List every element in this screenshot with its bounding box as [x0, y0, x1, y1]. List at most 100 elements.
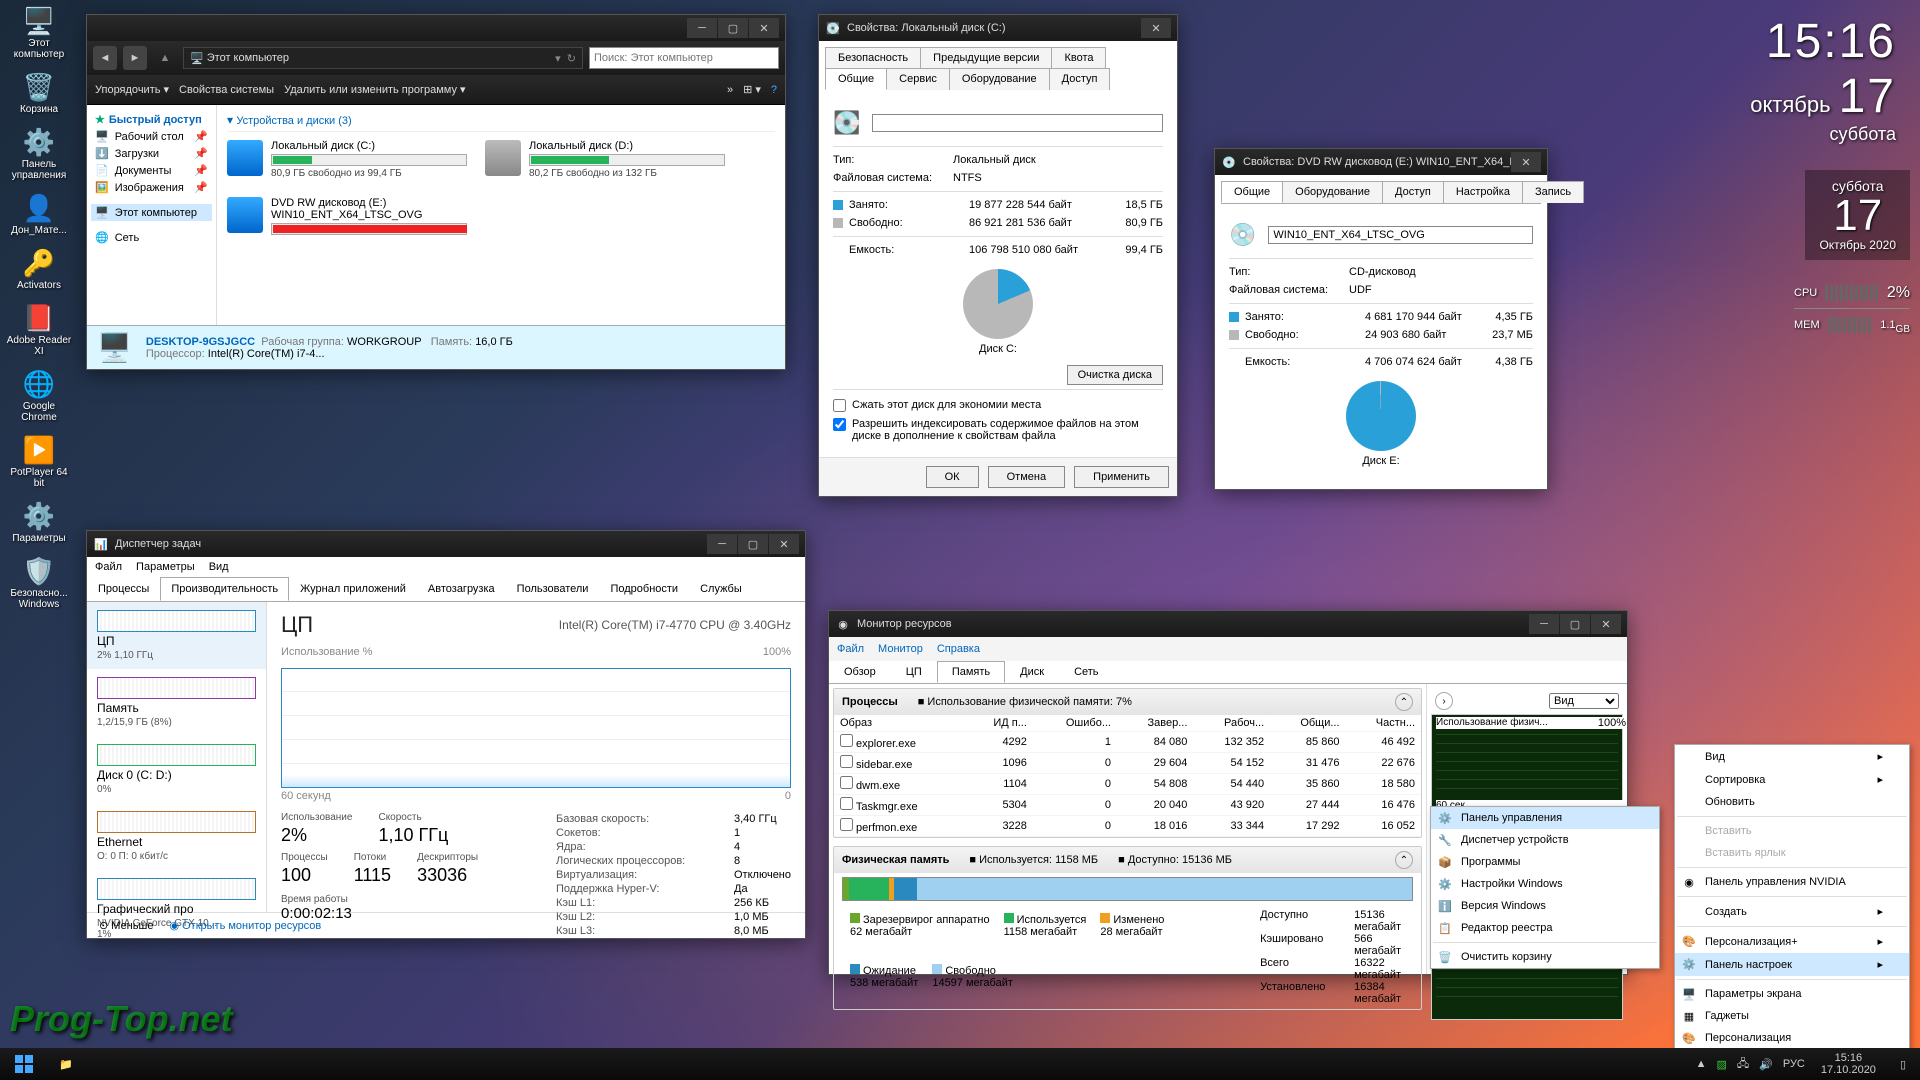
close-button[interactable]: ✕: [769, 534, 799, 554]
tab-Сеть[interactable]: Сеть: [1059, 661, 1113, 683]
start-button[interactable]: [6, 1050, 42, 1078]
ok-button[interactable]: ОК: [926, 466, 979, 488]
menu-item[interactable]: 🗑️Очистить корзину: [1431, 946, 1659, 968]
tab-Службы[interactable]: Службы: [689, 577, 753, 601]
tab-Журнал приложений[interactable]: Журнал приложений: [289, 577, 417, 601]
tab-Доступ[interactable]: Доступ: [1049, 68, 1111, 90]
col-header[interactable]: Общи...: [1270, 715, 1345, 732]
menu-item[interactable]: ℹ️Версия Windows: [1431, 895, 1659, 917]
system-props-button[interactable]: Свойства системы: [179, 84, 274, 96]
organize-menu[interactable]: Упорядочить ▾: [95, 83, 169, 96]
tab-Автозагрузка[interactable]: Автозагрузка: [417, 577, 506, 601]
drives-section-header[interactable]: ▾ Устройства и диски (3): [227, 109, 775, 132]
compress-checkbox[interactable]: Сжать этот диск для экономии места: [833, 396, 1163, 415]
tab-Общие[interactable]: Общие: [825, 68, 887, 90]
desktop-icon-don-mate[interactable]: 👤Дон_Мате...: [4, 191, 74, 236]
table-row[interactable]: dwm.exe1104054 80854 44035 86018 580: [834, 774, 1421, 795]
task-explorer[interactable]: 📁: [42, 1050, 90, 1078]
menu-item[interactable]: 🎨Персонализация+▸: [1675, 930, 1909, 953]
table-row[interactable]: sidebar.exe1096029 60454 15231 47622 676: [834, 753, 1421, 774]
tray-clock[interactable]: 15:1617.10.2020: [1815, 1052, 1882, 1076]
minimize-button[interactable]: ─: [1529, 614, 1559, 634]
tab-Общие[interactable]: Общие: [1221, 181, 1283, 203]
tab-Запись[interactable]: Запись: [1522, 181, 1584, 203]
drive-item[interactable]: DVD RW дисковод (E:)WIN10_ENT_X64_LTSC_O…: [227, 197, 467, 237]
menu-item[interactable]: Создать▸: [1675, 900, 1909, 923]
titlebar[interactable]: 📊 Диспетчер задач ─ ▢ ✕: [87, 531, 805, 557]
forward-button[interactable]: ►: [123, 46, 147, 70]
menu-Файл[interactable]: Файл: [95, 561, 122, 573]
menu-item[interactable]: Вид▸: [1675, 745, 1909, 768]
titlebar[interactable]: ◉ Монитор ресурсов ─ ▢ ✕: [829, 611, 1627, 637]
view-select[interactable]: Вид: [1549, 693, 1619, 709]
menu-Монитор[interactable]: Монитор: [878, 643, 923, 655]
sidebar-network[interactable]: 🌐Сеть: [91, 229, 212, 246]
uninstall-button[interactable]: Удалить или изменить программу ▾: [284, 83, 466, 96]
tab-Доступ[interactable]: Доступ: [1382, 181, 1444, 203]
desktop-icon-potplayer[interactable]: ▶️PotPlayer 64 bit: [4, 433, 74, 489]
tab-Оборудование[interactable]: Оборудование: [949, 68, 1050, 90]
menu-Файл[interactable]: Файл: [837, 643, 864, 655]
tab-Сервис[interactable]: Сервис: [886, 68, 950, 90]
desktop-icon-win-security[interactable]: 🛡️Безопасно... Windows: [4, 554, 74, 610]
desktop-icon-settings[interactable]: ⚙️Параметры: [4, 499, 74, 544]
tab-ЦП[interactable]: ЦП: [891, 661, 937, 683]
minimize-button[interactable]: ─: [687, 18, 717, 38]
maximize-button[interactable]: ▢: [738, 534, 768, 554]
menu-item[interactable]: Сортировка▸: [1675, 768, 1909, 791]
tab-Процессы[interactable]: Процессы: [87, 577, 160, 601]
volume-name-input[interactable]: [872, 114, 1163, 132]
help-icon[interactable]: ?: [771, 84, 777, 96]
close-button[interactable]: ✕: [1591, 614, 1621, 634]
tab-Производительность[interactable]: Производительность: [160, 577, 289, 601]
menu-Параметры[interactable]: Параметры: [136, 561, 195, 573]
index-checkbox[interactable]: Разрешить индексировать содержимое файло…: [833, 415, 1163, 445]
view-icon[interactable]: ⊞ ▾: [743, 83, 761, 96]
cancel-button[interactable]: Отмена: [988, 466, 1065, 488]
tab-Предыдущие версии[interactable]: Предыдущие версии: [920, 47, 1052, 68]
menu-item[interactable]: ◉Панель управления NVIDIA: [1675, 871, 1909, 893]
tab-Настройка[interactable]: Настройка: [1443, 181, 1523, 203]
menu-item[interactable]: ⚙️Панель управления: [1431, 807, 1659, 829]
col-header[interactable]: Рабоч...: [1193, 715, 1270, 732]
sidebar-item[interactable]: 📄Документы📌: [91, 162, 212, 179]
tab-Квота[interactable]: Квота: [1051, 47, 1106, 68]
maximize-button[interactable]: ▢: [1560, 614, 1590, 634]
disk-cleanup-button[interactable]: Очистка диска: [1067, 365, 1163, 385]
table-row[interactable]: Taskmgr.exe5304020 04043 92027 44416 476: [834, 795, 1421, 816]
quick-access-header[interactable]: ★Быстрый доступ: [91, 111, 212, 128]
col-header[interactable]: Частн...: [1346, 715, 1421, 732]
table-row[interactable]: perfmon.exe3228018 01633 34417 29216 052: [834, 816, 1421, 837]
menu-Справка[interactable]: Справка: [937, 643, 980, 655]
close-button[interactable]: ✕: [1511, 152, 1541, 172]
close-button[interactable]: ✕: [749, 18, 779, 38]
tab-Память[interactable]: Память: [937, 661, 1005, 683]
minimize-button[interactable]: ─: [707, 534, 737, 554]
tab-Оборудование[interactable]: Оборудование: [1282, 181, 1383, 203]
collapse-button[interactable]: ⌃: [1395, 851, 1413, 869]
close-button[interactable]: ✕: [1141, 18, 1171, 38]
col-header[interactable]: ИД п...: [966, 715, 1033, 732]
drive-item[interactable]: Локальный диск (C:)80,9 ГБ свободно из 9…: [227, 140, 467, 179]
tray-expand[interactable]: ▲: [1696, 1058, 1707, 1070]
desktop-icon-this-pc[interactable]: 🖥️Этот компьютер: [4, 4, 74, 60]
processes-section-header[interactable]: Процессы ■ Использование физической памя…: [834, 689, 1421, 715]
tab-Диск[interactable]: Диск: [1005, 661, 1059, 683]
open-resmon-button[interactable]: ◉ Открыть монитор ресурсов: [169, 919, 321, 932]
expand-graphs-button[interactable]: ›: [1435, 692, 1453, 710]
fewer-details-button[interactable]: ⊙ Меньше: [99, 919, 153, 932]
perf-tile-Графический про[interactable]: Графический проNVIDIA GeForce GTX 10...1…: [87, 870, 266, 948]
menu-Вид[interactable]: Вид: [209, 561, 229, 573]
maximize-button[interactable]: ▢: [718, 18, 748, 38]
sidebar-item[interactable]: 🖼️Изображения📌: [91, 179, 212, 196]
titlebar[interactable]: 💽 Свойства: Локальный диск (C:) ✕: [819, 15, 1177, 41]
menu-item[interactable]: 🎨Персонализация: [1675, 1027, 1909, 1049]
volume-name-input[interactable]: [1268, 226, 1533, 244]
search-input[interactable]: [589, 47, 779, 69]
physmem-section-header[interactable]: Физическая память ■ Используется: 1158 М…: [834, 847, 1421, 873]
perf-tile-Память[interactable]: Память1,2/15,9 ГБ (8%): [87, 669, 266, 736]
titlebar[interactable]: 💿 Свойства: DVD RW дисковод (E:) WIN10_E…: [1215, 149, 1547, 175]
tray-volume-icon[interactable]: 🔊: [1759, 1058, 1773, 1071]
tab-Пользователи[interactable]: Пользователи: [506, 577, 600, 601]
perf-tile-Диск 0 (C: D:)[interactable]: Диск 0 (C: D:)0%: [87, 736, 266, 803]
